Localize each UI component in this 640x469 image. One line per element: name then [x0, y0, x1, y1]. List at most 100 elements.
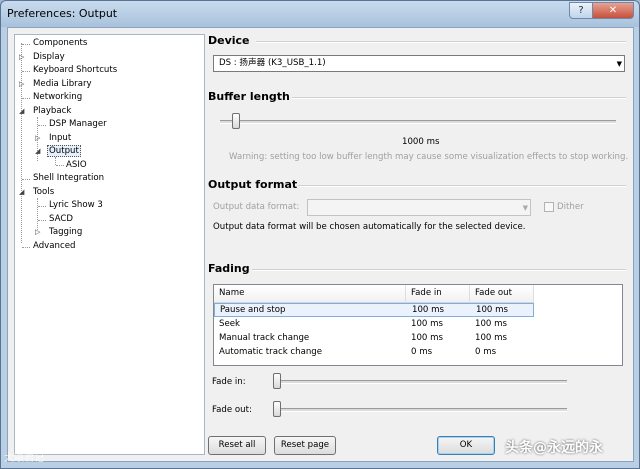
buffer-slider-thumb[interactable]: [231, 113, 240, 129]
tree-item-label: Keyboard Shortcuts: [33, 65, 118, 75]
tree-item-output[interactable]: Output: [47, 145, 81, 158]
tree-item-dsp-manager[interactable]: DSP Manager: [48, 118, 108, 131]
dialog-body: Components ▷ Display Keyboard Shortcuts …: [7, 27, 634, 462]
preferences-window: Preferences: Output ? ✕ Components ▷ Dis…: [0, 0, 640, 469]
preferences-tree[interactable]: Components ▷ Display Keyboard Shortcuts …: [14, 34, 205, 455]
tree-item-label: Input: [49, 133, 72, 143]
tree-connector: [22, 179, 30, 181]
tree-connector: [38, 125, 46, 127]
tree-connector: [22, 98, 30, 100]
tree-item-media-library[interactable]: Media Library: [32, 78, 93, 91]
expand-arrow-icon[interactable]: ▷: [35, 226, 40, 239]
tree-item-label: Lyric Show 3: [49, 200, 103, 210]
row-fade-in: 100 ms: [411, 319, 443, 329]
tree-item-label: Display: [33, 52, 65, 62]
row-fade-out: 100 ms: [476, 305, 508, 315]
tree-item-asio[interactable]: ASIO: [65, 159, 88, 172]
watermark-right: 头条@永远的永: [505, 440, 603, 456]
fade-out-slider-track[interactable]: [275, 408, 567, 412]
reset-all-button[interactable]: Reset all: [208, 436, 266, 455]
reset-page-button[interactable]: Reset page: [274, 436, 336, 455]
row-name: Automatic track change: [219, 347, 323, 357]
row-name: Pause and stop: [220, 305, 286, 315]
tree-item-input[interactable]: Input: [48, 132, 72, 145]
tree-item-networking[interactable]: Networking: [32, 91, 83, 104]
expand-arrow-icon[interactable]: ▷: [19, 51, 24, 64]
column-header-fade-out[interactable]: Fade out: [470, 285, 534, 302]
output-format-note: Output data format will be chosen automa…: [213, 222, 526, 232]
section-divider: [256, 41, 626, 43]
output-settings-panel: Device DS : 扬声器 (K3_USB_1.1) ▼ Buffer le…: [208, 28, 632, 462]
fading-section-title: Fading: [208, 262, 250, 275]
tree-item-label: Advanced: [33, 241, 76, 251]
tree-item-tools[interactable]: Tools: [32, 186, 55, 199]
close-button[interactable]: ✕: [592, 2, 634, 19]
tree-item-advanced[interactable]: Advanced: [32, 240, 76, 253]
fade-in-slider-track[interactable]: [275, 380, 567, 384]
expand-arrow-icon[interactable]: ▷: [35, 132, 40, 145]
tree-connector: [38, 206, 46, 208]
tree-item-tagging[interactable]: Tagging: [48, 226, 83, 239]
collapse-arrow-icon[interactable]: ◢: [19, 186, 24, 199]
dither-checkbox[interactable]: [544, 202, 554, 212]
expand-arrow-icon[interactable]: ▷: [19, 78, 24, 91]
collapse-arrow-icon[interactable]: ◢: [35, 145, 40, 158]
tree-connector: [21, 43, 23, 243]
device-dropdown[interactable]: DS : 扬声器 (K3_USB_1.1) ▼: [213, 55, 625, 72]
row-fade-out: 0 ms: [475, 347, 497, 357]
row-fade-in: 100 ms: [411, 333, 443, 343]
tree-item-shell-integration[interactable]: Shell Integration: [32, 172, 105, 185]
section-divider: [298, 185, 626, 187]
row-name: Seek: [219, 319, 241, 329]
tree-item-display[interactable]: Display: [32, 51, 66, 64]
dither-label: Dither: [557, 202, 584, 212]
table-row[interactable]: Pause and stop 100 ms 100 ms: [214, 303, 534, 317]
tree-item-lyric-show-3[interactable]: Lyric Show 3: [48, 199, 104, 212]
window-title: Preferences: Output: [7, 7, 118, 20]
fade-in-slider-thumb[interactable]: [273, 373, 281, 389]
tree-item-label: Tools: [33, 187, 55, 197]
tree-item-label: Networking: [33, 92, 83, 102]
row-name: Manual track change: [219, 333, 310, 343]
tree-item-label: Tagging: [49, 227, 83, 237]
row-fade-in: 0 ms: [411, 347, 433, 357]
table-row[interactable]: Automatic track change 0 ms 0 ms: [214, 346, 534, 360]
table-row[interactable]: Seek 100 ms 100 ms: [214, 318, 534, 332]
help-button[interactable]: ?: [569, 2, 593, 19]
buffer-length-value: 1000 ms: [402, 137, 440, 147]
row-fade-in: 100 ms: [412, 305, 444, 315]
column-header-fade-in[interactable]: Fade in: [406, 285, 470, 302]
tree-item-label: Components: [33, 38, 88, 48]
fade-out-label: Fade out:: [212, 405, 252, 415]
tree-item-components[interactable]: Components: [32, 37, 88, 50]
output-data-format-label: Output data format:: [213, 202, 300, 212]
tree-connector: [22, 44, 30, 46]
tree-item-label: DSP Manager: [49, 119, 107, 129]
section-divider: [252, 269, 626, 271]
tree-item-keyboard-shortcuts[interactable]: Keyboard Shortcuts: [32, 64, 118, 77]
tree-item-label: ASIO: [66, 160, 87, 170]
collapse-arrow-icon[interactable]: ◢: [19, 105, 24, 118]
tree-item-label: Output: [47, 145, 81, 157]
tree-item-sacd[interactable]: SACD: [48, 213, 74, 226]
tree-item-label: Playback: [33, 106, 72, 116]
tree-connector: [38, 220, 46, 222]
buffer-slider-track[interactable]: [220, 120, 616, 124]
chevron-down-icon: ▼: [616, 60, 622, 68]
column-header-name[interactable]: Name: [214, 285, 406, 302]
tree-item-label: SACD: [49, 214, 73, 224]
fade-out-slider-thumb[interactable]: [273, 401, 281, 417]
tree-item-label: Media Library: [33, 79, 92, 89]
row-fade-out: 100 ms: [475, 319, 507, 329]
fading-list[interactable]: Name Fade in Fade out Pause and stop 100…: [213, 284, 623, 366]
tree-item-label: Shell Integration: [33, 173, 105, 183]
ok-button[interactable]: OK: [437, 436, 495, 455]
output-data-format-dropdown[interactable]: ▼: [307, 199, 531, 216]
chevron-down-icon: ▼: [522, 204, 528, 212]
table-row[interactable]: Manual track change 100 ms 100 ms: [214, 332, 534, 346]
watermark-left: 大眼君记: [4, 453, 44, 464]
fade-in-label: Fade in:: [212, 377, 246, 387]
buffer-warning-text: Warning: setting too low buffer length m…: [229, 152, 629, 162]
output-format-section-title: Output format: [208, 178, 298, 191]
tree-connector: [55, 157, 57, 165]
